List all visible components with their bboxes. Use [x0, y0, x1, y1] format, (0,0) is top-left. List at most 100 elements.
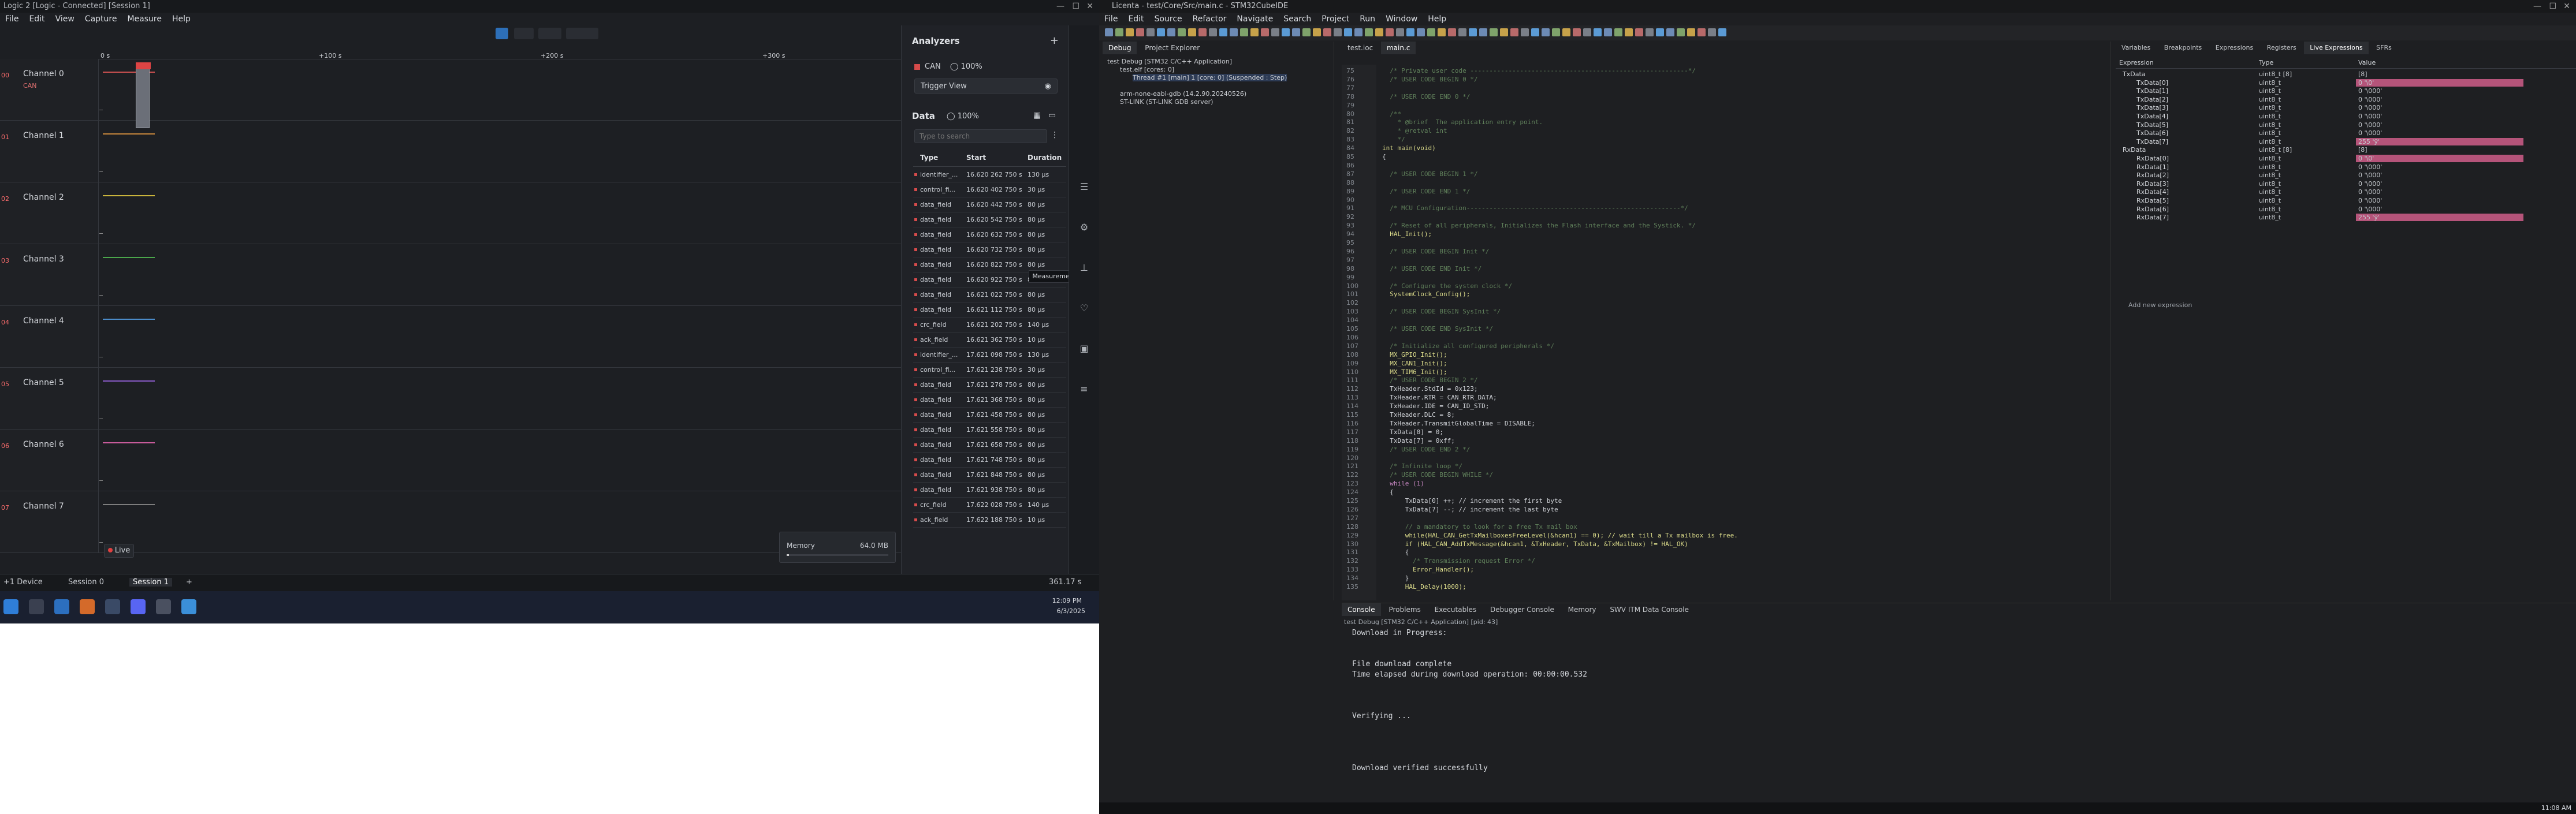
code-line[interactable]: /* Reset of all peripherals, Initializes… — [1382, 222, 1696, 229]
toolbar-button[interactable] — [1261, 28, 1269, 36]
minimize-icon[interactable]: — — [2533, 0, 2541, 13]
code-line[interactable]: while(HAL_CAN_GetTxMailboxesFreeLevel(&h… — [1382, 532, 1738, 539]
toolbar-button[interactable] — [1427, 28, 1435, 36]
expression-row[interactable]: RxData[2] uint8_t 0 '\000' — [2116, 171, 2576, 180]
menu-run[interactable]: Run — [1354, 13, 1380, 25]
discord-icon[interactable] — [131, 599, 146, 614]
tab-expressions[interactable]: Expressions — [2210, 42, 2259, 54]
tab-debugger-console[interactable]: Debugger Console — [1484, 603, 1560, 616]
menu-source[interactable]: Source — [1149, 13, 1188, 25]
channel-waveform[interactable] — [103, 319, 155, 320]
close-icon[interactable]: ✕ — [2563, 0, 2570, 13]
tree-stlink[interactable]: ST-LINK (ST-LINK GDB server) — [1120, 98, 1213, 106]
toolbar-button[interactable] — [1583, 28, 1591, 36]
code-line[interactable]: /* MCU Configuration--------------------… — [1382, 204, 1688, 212]
toolbar-button[interactable] — [1417, 28, 1425, 36]
channel-row[interactable]: 07 Channel 7 — [0, 491, 901, 553]
code-line[interactable]: /* USER CODE END 2 */ — [1382, 446, 1470, 453]
code-line[interactable]: /* Infinite loop */ — [1382, 462, 1462, 470]
toolbar-button[interactable] — [1718, 28, 1726, 36]
toolbar-button[interactable] — [1458, 28, 1466, 36]
tree-gdb[interactable]: arm-none-eabi-gdb (14.2.90.20240526) — [1120, 90, 1246, 98]
data-row[interactable]: data_field 17.621 658 750 s 80 μs — [913, 437, 1066, 453]
toolbar-button[interactable] — [1687, 28, 1695, 36]
code-line[interactable]: /* USER CODE END SysInit */ — [1382, 325, 1493, 333]
code-line[interactable]: /* Configure the system clock */ — [1382, 282, 1512, 290]
toolbar-button[interactable] — [1354, 28, 1363, 36]
toolbar-button[interactable] — [1344, 28, 1352, 36]
toolbar-button[interactable] — [1136, 28, 1144, 36]
device-tab[interactable]: +1 Device — [3, 578, 43, 587]
code-line[interactable]: MX_GPIO_Init(); — [1382, 351, 1447, 359]
toolbar-button[interactable] — [1105, 28, 1113, 36]
toolbar-button[interactable] — [1521, 28, 1529, 36]
expression-row[interactable]: RxData uint8_t [8] [8] — [2116, 146, 2576, 154]
menu-refactor[interactable]: Refactor — [1188, 13, 1232, 25]
tab-live-expressions[interactable]: Live Expressions — [2304, 42, 2369, 54]
data-row[interactable]: data_field 16.620 442 750 s 80 μs — [913, 197, 1066, 212]
steam-icon[interactable] — [105, 599, 120, 614]
code-line[interactable]: TxData[0] = 0; — [1382, 428, 1443, 436]
channel-header[interactable]: 04 Channel 4 — [0, 306, 99, 367]
code-line[interactable]: if (HAL_CAN_AddTxMessage(&hcan1, &TxHead… — [1382, 540, 1688, 548]
code-line[interactable]: // a mandatory to look for a free Tx mai… — [1382, 523, 1577, 531]
new-session-button[interactable]: + — [186, 578, 192, 587]
toolbar-button[interactable] — [1219, 28, 1227, 36]
toolbar-button[interactable] — [1209, 28, 1217, 36]
expression-row[interactable]: RxData[7] uint8_t 255 'ÿ' — [2116, 214, 2576, 222]
channel-header[interactable]: 06 Channel 6 — [0, 430, 99, 491]
channel-row[interactable]: 03 Channel 3 — [0, 244, 901, 306]
notes-rail-icon[interactable]: ≡ — [1078, 383, 1090, 395]
data-search-input[interactable] — [914, 129, 1047, 143]
data-row[interactable]: ack_field 16.621 362 750 s 10 μs — [913, 332, 1066, 348]
tab-console[interactable]: Console — [1342, 603, 1381, 616]
code-line[interactable]: TxHeader.RTR = CAN_RTR_DATA; — [1382, 394, 1497, 401]
expression-row[interactable]: RxData[3] uint8_t 0 '\000' — [2116, 180, 2576, 188]
search-icon[interactable] — [29, 599, 44, 614]
code-line[interactable]: HAL_Delay(1000); — [1382, 583, 1466, 591]
channel-row[interactable]: 05 Channel 5 — [0, 368, 901, 430]
code-line[interactable]: /** — [1382, 110, 1401, 118]
toolbar-button[interactable] — [1510, 28, 1518, 36]
maximize-icon[interactable]: ☐ — [1072, 0, 1079, 13]
measure-rail-icon[interactable]: ⊥ — [1078, 262, 1090, 274]
channel-header[interactable]: 03 Channel 3 — [0, 244, 99, 305]
eye-icon[interactable]: ◯ — [950, 62, 959, 71]
code-line[interactable]: * @brief The application entry point. — [1382, 118, 1543, 126]
channel-row[interactable]: 00 Channel 0 CAN — [0, 59, 901, 121]
toolbar-button[interactable] — [1469, 28, 1477, 36]
data-row[interactable]: data_field 16.620 542 750 s 80 μs — [913, 212, 1066, 227]
data-row[interactable]: data_field 17.621 368 750 s 80 μs — [913, 392, 1066, 408]
firefox-icon[interactable] — [80, 599, 95, 614]
data-row[interactable]: data_field 16.620 732 750 s 80 μs — [913, 242, 1066, 257]
code-line[interactable]: MX_TIM6_Init(); — [1382, 368, 1447, 376]
code-line[interactable]: /* USER CODE END 0 */ — [1382, 93, 1470, 100]
toolbar-button[interactable] — [1313, 28, 1321, 36]
close-icon[interactable]: ✕ — [1086, 0, 1093, 13]
code-line[interactable]: TxHeader.StdId = 0x123; — [1382, 385, 1477, 393]
code-line[interactable]: } — [1382, 574, 1409, 582]
toolbar-button[interactable] — [1365, 28, 1373, 36]
expression-row[interactable]: RxData[4] uint8_t 0 '\000' — [2116, 188, 2576, 196]
tab-executables[interactable]: Executables — [1429, 603, 1483, 616]
toolbar-button[interactable] — [1271, 28, 1279, 36]
code-line[interactable]: /* USER CODE BEGIN SysInit */ — [1382, 308, 1501, 315]
code-line[interactable]: Error_Handler(); — [1382, 566, 1474, 573]
tab-sfrs[interactable]: SFRs — [2370, 42, 2398, 54]
channel-row[interactable]: 06 Channel 6 — [0, 430, 901, 491]
record-button[interactable] — [496, 28, 508, 39]
menu-file[interactable]: File — [1099, 13, 1123, 25]
timeline-ruler[interactable]: 0 s +100 s +200 s +300 s — [0, 42, 901, 59]
capture-burst[interactable] — [136, 62, 150, 128]
code-line[interactable]: /* USER CODE BEGIN 2 */ — [1382, 376, 1477, 384]
menu-view[interactable]: View — [50, 13, 80, 25]
data-row[interactable]: identifier_... 17.621 098 750 s 130 μs — [913, 347, 1066, 363]
column-duration[interactable]: Duration — [1028, 154, 1062, 162]
code-line[interactable]: TxData[0] ++; // increment the first byt… — [1382, 497, 1562, 505]
code-line[interactable]: /* Private user code -------------------… — [1382, 67, 1696, 74]
data-row[interactable]: data_field 16.620 632 750 s 80 μs — [913, 227, 1066, 242]
channel-waveform[interactable] — [103, 133, 155, 135]
toolbar-button[interactable] — [1178, 28, 1186, 36]
toolbar-button[interactable] — [1531, 28, 1539, 36]
menu-window[interactable]: Window — [1380, 13, 1423, 25]
